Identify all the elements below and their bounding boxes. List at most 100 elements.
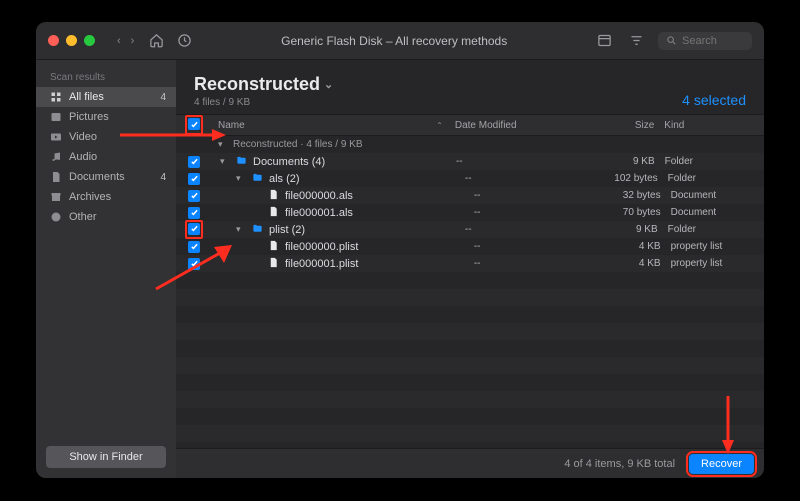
- table-row[interactable]: ▾ Documents (4) --9 KBFolder: [176, 153, 764, 170]
- row-date: --: [456, 156, 580, 167]
- row-size: 70 bytes: [591, 207, 671, 218]
- search-icon: [666, 35, 677, 46]
- row-name: file000000.plist: [285, 241, 358, 253]
- file-icon: [267, 240, 280, 254]
- row-size: 9 KB: [580, 156, 665, 167]
- sidebar-heading: Scan results: [36, 68, 176, 87]
- home-icon[interactable]: [146, 33, 166, 48]
- table-row[interactable]: ▾ als (2) --102 bytesFolder: [176, 170, 764, 187]
- main-heading[interactable]: Reconstructed ⌄: [194, 74, 333, 95]
- close-window-button[interactable]: [48, 35, 59, 46]
- minimize-window-button[interactable]: [66, 35, 77, 46]
- row-checkbox[interactable]: [188, 207, 200, 219]
- row-kind: Folder: [665, 156, 764, 167]
- back-button[interactable]: ‹: [113, 33, 125, 49]
- file-icon: [267, 257, 280, 271]
- sidebar-item-audio[interactable]: Audio: [36, 147, 176, 167]
- table-row[interactable]: file000000.als--32 bytesDocument: [176, 187, 764, 204]
- sidebar-item-label: Video: [69, 131, 97, 143]
- forward-button[interactable]: ›: [127, 33, 139, 49]
- sidebar-item-archives[interactable]: Archives: [36, 187, 176, 207]
- sidebar-item-badge: 4: [160, 172, 166, 183]
- disclosure-icon[interactable]: ▾: [220, 156, 230, 167]
- sidebar: Scan results All files 4 Pictures Video Audi…: [36, 60, 176, 478]
- sidebar-item-label: All files: [69, 91, 104, 103]
- row-checkbox[interactable]: [188, 156, 200, 168]
- show-in-finder-button[interactable]: Show in Finder: [46, 446, 166, 468]
- sidebar-item-label: Pictures: [69, 111, 109, 123]
- sidebar-item-label: Audio: [69, 151, 97, 163]
- sort-caret-icon: ⌃: [436, 121, 443, 130]
- maximize-window-button[interactable]: [84, 35, 95, 46]
- row-kind: property list: [671, 241, 764, 252]
- row-name: Documents (4): [253, 156, 325, 168]
- titlebar: ‹ › Generic Flash Disk – All recovery me…: [36, 22, 764, 60]
- file-icon: [267, 206, 280, 220]
- app-window: ‹ › Generic Flash Disk – All recovery me…: [36, 22, 764, 478]
- row-kind: Folder: [668, 173, 764, 184]
- sidebar-item-documents[interactable]: Documents 4: [36, 167, 176, 187]
- row-kind: property list: [671, 258, 764, 269]
- search-box[interactable]: [658, 32, 752, 50]
- row-checkbox[interactable]: [188, 241, 200, 253]
- row-checkbox[interactable]: [188, 223, 200, 235]
- sidebar-item-video[interactable]: Video: [36, 127, 176, 147]
- window-controls: [48, 35, 95, 46]
- view-mode-icon[interactable]: [594, 33, 614, 48]
- chevron-down-icon: ⌄: [324, 78, 333, 91]
- row-date: --: [465, 224, 585, 235]
- sidebar-item-label: Archives: [69, 191, 111, 203]
- row-checkbox-highlight: [185, 220, 203, 240]
- row-date: --: [474, 190, 591, 201]
- footer-status: 4 of 4 items, 9 KB total: [564, 458, 675, 470]
- column-kind[interactable]: Kind: [664, 120, 764, 131]
- sidebar-item-label: Documents: [69, 171, 125, 183]
- row-size: 32 bytes: [591, 190, 671, 201]
- main-header: Reconstructed ⌄ 4 files / 9 KB 4 selecte…: [176, 60, 764, 114]
- footer: 4 of 4 items, 9 KB total Recover: [176, 448, 764, 478]
- row-checkbox[interactable]: [188, 190, 200, 202]
- row-name: plist (2): [269, 224, 305, 236]
- select-all-checkbox[interactable]: [188, 118, 200, 130]
- row-name: file000000.als: [285, 190, 353, 202]
- row-checkbox[interactable]: [188, 173, 200, 185]
- table-body: ▾Reconstructed · 4 files / 9 KB ▾ Documen…: [176, 136, 764, 448]
- window-body: Scan results All files 4 Pictures Video Audi…: [36, 60, 764, 478]
- filter-icon[interactable]: [626, 33, 646, 48]
- folder-icon: [235, 155, 248, 169]
- file-icon: [267, 189, 280, 203]
- window-title: Generic Flash Disk – All recovery method…: [202, 34, 586, 48]
- row-size: 9 KB: [585, 224, 667, 235]
- disclosure-icon[interactable]: ▾: [236, 173, 246, 184]
- table-row[interactable]: file000001.als--70 bytesDocument: [176, 204, 764, 221]
- sidebar-item-all-files[interactable]: All files 4: [36, 87, 176, 107]
- search-input[interactable]: [682, 35, 742, 47]
- row-kind: Document: [671, 207, 764, 218]
- folder-icon: [251, 172, 264, 186]
- main-panel: Reconstructed ⌄ 4 files / 9 KB 4 selecte…: [176, 60, 764, 478]
- sidebar-item-other[interactable]: Other: [36, 207, 176, 227]
- disclosure-icon[interactable]: ▾: [236, 224, 246, 235]
- selected-count: 4 selected: [682, 92, 746, 108]
- column-date[interactable]: Date Modified: [455, 120, 580, 131]
- table-row[interactable]: file000001.plist--4 KBproperty list: [176, 255, 764, 272]
- column-size[interactable]: Size: [580, 120, 665, 131]
- sidebar-item-pictures[interactable]: Pictures: [36, 107, 176, 127]
- table-row[interactable]: ▾ plist (2) --9 KBFolder: [176, 221, 764, 238]
- row-checkbox[interactable]: [188, 258, 200, 270]
- column-name[interactable]: Name ⌃: [212, 120, 455, 131]
- row-kind: Folder: [668, 224, 764, 235]
- table-row[interactable]: file000000.plist--4 KBproperty list: [176, 238, 764, 255]
- sidebar-item-badge: 4: [160, 92, 166, 103]
- row-size: 4 KB: [591, 241, 671, 252]
- recover-button[interactable]: Recover: [689, 454, 754, 474]
- row-size: 102 bytes: [585, 173, 667, 184]
- row-name: als (2): [269, 173, 300, 185]
- row-date: --: [474, 207, 591, 218]
- history-icon[interactable]: [174, 33, 194, 48]
- group-row[interactable]: ▾Reconstructed · 4 files / 9 KB: [176, 136, 764, 153]
- row-date: --: [465, 173, 585, 184]
- row-date: --: [474, 258, 591, 269]
- table-header: Name ⌃ Date Modified Size Kind: [176, 114, 764, 136]
- main-subheading: 4 files / 9 KB: [194, 97, 333, 108]
